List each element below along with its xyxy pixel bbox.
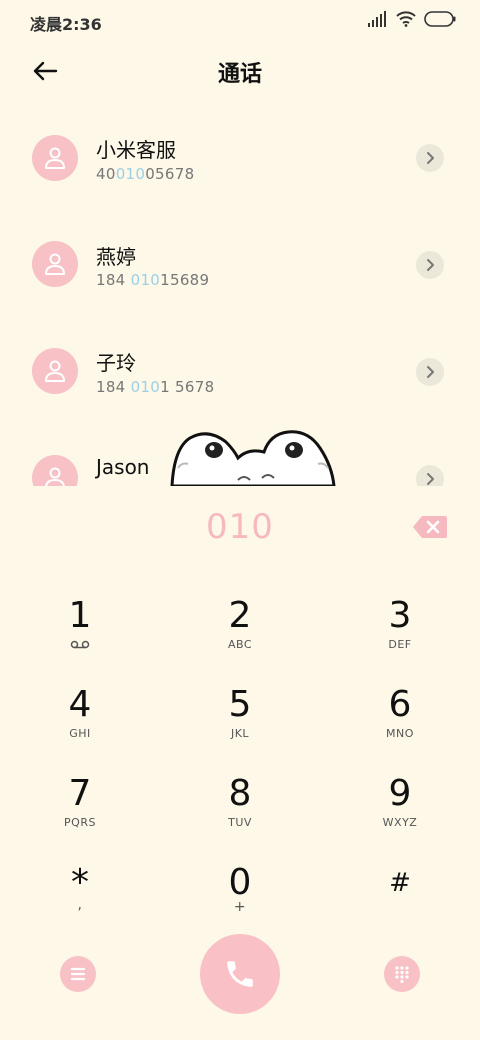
voicemail-icon — [70, 640, 90, 649]
contact-name: 子玲 — [96, 351, 136, 375]
key-8[interactable]: 8 TUV — [160, 768, 320, 856]
battery-icon — [424, 11, 456, 27]
contact-detail-button[interactable] — [416, 144, 444, 172]
chevron-right-icon — [427, 366, 434, 378]
key-2[interactable]: 2 ABC — [160, 590, 320, 678]
key-letters: , — [77, 897, 83, 913]
menu-icon — [70, 967, 86, 981]
contact-detail-button[interactable] — [416, 251, 444, 279]
key-digit: 2 — [228, 595, 252, 636]
key-4[interactable]: 4 GHI — [0, 679, 160, 767]
phone-icon — [227, 961, 253, 987]
avatar — [32, 241, 78, 287]
key-letters: MNO — [386, 727, 414, 740]
key-letters: JKL — [230, 727, 250, 740]
wifi-icon — [396, 11, 416, 27]
person-icon — [45, 147, 65, 169]
chevron-right-icon — [427, 259, 434, 271]
key-1[interactable]: 1 — [0, 590, 160, 678]
dialed-number: 010 — [206, 507, 274, 547]
key-letters: ABC — [227, 638, 253, 651]
contact-name: 燕婷 — [96, 245, 136, 269]
person-icon — [45, 253, 65, 275]
page-title: 通话 — [217, 62, 262, 87]
status-time: 凌晨2:36 — [30, 15, 102, 34]
dialpad-toggle-button[interactable] — [384, 956, 420, 992]
key-letters: TUV — [228, 816, 252, 829]
backspace-icon — [413, 516, 447, 538]
header: 通话 — [0, 48, 480, 92]
contact-name: Jason — [96, 455, 150, 479]
key-5[interactable]: 5 JKL — [160, 679, 320, 767]
key-digit: 3 — [388, 595, 412, 636]
delete-button[interactable] — [412, 515, 448, 539]
key-digit: # — [389, 868, 411, 898]
key-star[interactable]: * , — [0, 857, 160, 945]
contact-number: 184 0101 5678 — [96, 378, 215, 396]
key-letters: + — [233, 899, 247, 915]
key-7[interactable]: 7 PQRS — [0, 768, 160, 856]
key-digit: 7 — [68, 773, 92, 814]
key-letters: PQRS — [64, 816, 96, 829]
contact-row[interactable]: 小米客服 4001005678 — [0, 110, 480, 210]
signal-icon — [368, 11, 388, 27]
key-6[interactable]: 6 MNO — [320, 679, 480, 767]
contact-detail-button[interactable] — [416, 465, 444, 486]
avatar — [32, 455, 78, 486]
contact-row[interactable]: 子玲 184 0101 5678 — [0, 324, 480, 424]
chevron-right-icon — [427, 152, 434, 164]
chevron-right-icon — [427, 473, 434, 485]
status-icons — [368, 11, 456, 27]
avatar — [32, 135, 78, 181]
cartoon-sticker — [168, 428, 340, 488]
key-digit: 9 — [388, 773, 412, 814]
key-hash[interactable]: # — [320, 857, 480, 945]
key-0[interactable]: 0 + — [160, 857, 320, 945]
contact-name: 小米客服 — [96, 138, 176, 162]
avatar — [32, 348, 78, 394]
bottom-bar — [0, 934, 480, 1016]
status-bar: 凌晨2:36 — [0, 0, 480, 42]
contact-detail-button[interactable] — [416, 358, 444, 386]
key-digit: 5 — [228, 684, 252, 725]
key-letters: GHI — [69, 727, 91, 740]
dialpad-icon — [395, 966, 409, 983]
key-digit: 1 — [68, 595, 92, 636]
key-letters: WXYZ — [382, 816, 418, 829]
person-icon — [45, 467, 65, 486]
call-button[interactable] — [200, 934, 280, 1014]
key-digit: 8 — [228, 773, 252, 814]
menu-button[interactable] — [60, 956, 96, 992]
key-letters: DEF — [388, 638, 412, 651]
key-digit: 6 — [388, 684, 412, 725]
dial-display: 010 — [0, 505, 480, 551]
person-icon — [45, 360, 65, 382]
key-digit: 4 — [68, 684, 92, 725]
contact-number: 4001005678 — [96, 165, 195, 183]
key-9[interactable]: 9 WXYZ — [320, 768, 480, 856]
contact-number: 184 01015689 — [96, 271, 210, 289]
contact-row[interactable]: 燕婷 184 01015689 — [0, 217, 480, 317]
key-digit: 0 — [228, 862, 252, 903]
key-3[interactable]: 3 DEF — [320, 590, 480, 678]
